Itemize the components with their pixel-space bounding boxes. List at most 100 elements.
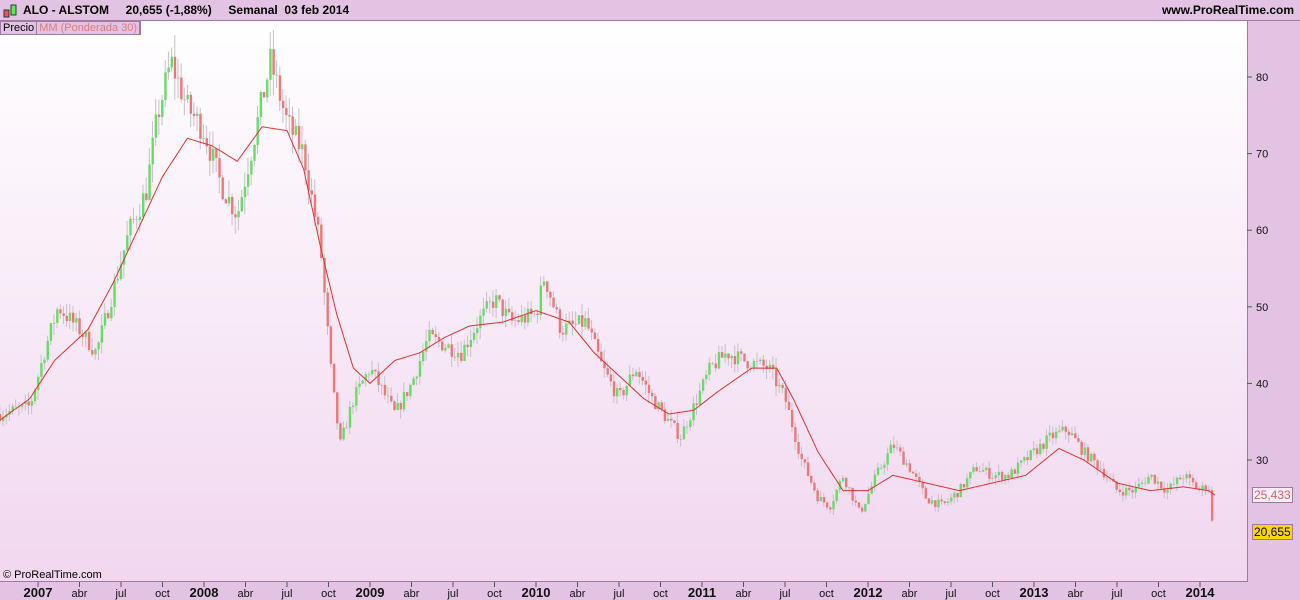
candle-body [755, 361, 759, 363]
candle-body [87, 331, 91, 351]
candle-body [192, 113, 196, 116]
candle-body [479, 315, 482, 329]
candle-body [59, 309, 62, 314]
candle-body [746, 361, 749, 369]
candle-body [1093, 453, 1096, 461]
y-tick-label: 80 [1256, 72, 1268, 84]
candle-body [1067, 431, 1071, 436]
candle-body [908, 463, 912, 472]
x-tick-label: 2007 [24, 585, 53, 600]
candle-body [269, 49, 272, 80]
candle-body [733, 355, 737, 365]
candle-body [507, 308, 511, 313]
candle-body [736, 351, 740, 365]
candle-body [1175, 477, 1179, 485]
candle-body [1099, 468, 1102, 470]
candle-body [97, 342, 100, 350]
candle-body [466, 344, 469, 348]
x-tick-label: abr [404, 588, 420, 600]
candle-body [806, 462, 810, 476]
candle-body [1051, 432, 1055, 439]
candle-body [533, 313, 536, 315]
candle-body [975, 467, 978, 472]
candle-body [565, 323, 568, 335]
candle-body [237, 211, 240, 218]
candle-body [151, 137, 154, 165]
last-price-tag: 20,655 [1252, 524, 1293, 540]
candle-body [577, 315, 581, 324]
candle-body [288, 115, 291, 117]
candle-body [835, 489, 838, 501]
candle-body [1153, 474, 1157, 484]
candle-body [380, 384, 383, 386]
candle-body [129, 218, 132, 236]
candle-body [1007, 474, 1010, 479]
candle-body [1086, 447, 1090, 462]
candle-body [1147, 476, 1150, 484]
candle-body [832, 500, 835, 510]
candle-body [313, 194, 317, 217]
candle-body [724, 353, 727, 358]
candle-body [946, 501, 950, 504]
candle-body [498, 295, 501, 300]
candle-body [393, 401, 396, 410]
candle-body [803, 459, 807, 463]
legend-ma[interactable]: MM (Ponderada 30) [37, 22, 141, 34]
candle-body [549, 291, 552, 298]
candle-body [883, 464, 886, 468]
candle-body [275, 74, 278, 76]
candle-body [530, 308, 533, 315]
candle-body [132, 218, 135, 220]
x-tick-label: abr [72, 588, 88, 600]
candle-body [523, 315, 527, 323]
candle-body [428, 329, 431, 341]
candle-body [660, 402, 663, 410]
candle-body [800, 453, 803, 460]
candle-body [845, 477, 848, 488]
candle-body [1064, 426, 1067, 432]
candle-body [425, 340, 428, 352]
candle-body [291, 116, 294, 135]
candle-body [1204, 485, 1207, 490]
candle-body [517, 320, 520, 323]
candle-body [1144, 482, 1147, 484]
candle-body [822, 497, 826, 503]
candle-body [1179, 477, 1182, 480]
candle-body [813, 482, 816, 491]
candle-body [705, 374, 708, 380]
candle-body [326, 292, 329, 327]
candle-body [743, 353, 746, 362]
candle-body [196, 113, 199, 116]
candle-body [635, 371, 638, 377]
candle-body [278, 75, 282, 101]
candle-body [294, 125, 298, 135]
candle-body [43, 359, 46, 364]
candle-body [396, 402, 399, 410]
candle-body [253, 144, 256, 161]
candle-body [571, 320, 574, 324]
legend: Precio MM (Ponderada 30) [0, 21, 142, 35]
candle-body [234, 214, 237, 218]
candle-body [860, 507, 864, 512]
candle-body [383, 384, 387, 396]
candle-body [348, 406, 352, 428]
candle-body [1070, 433, 1074, 436]
x-tick-label: oct [321, 588, 336, 600]
candle-body [164, 72, 167, 100]
candle-body [1159, 481, 1163, 489]
candle-body [202, 138, 205, 140]
candle-body [701, 379, 705, 391]
candle-body [46, 340, 49, 360]
candle-body [1055, 431, 1058, 439]
candle-body [978, 471, 982, 473]
candle-body [460, 352, 463, 361]
candle-body [654, 396, 657, 410]
candle-body [386, 395, 390, 397]
candle-body [463, 344, 466, 361]
candle-body [1045, 435, 1048, 449]
legend-price[interactable]: Precio [1, 22, 38, 34]
candle-body [447, 344, 450, 348]
candle-body [628, 374, 632, 386]
candle-body [593, 332, 597, 340]
candle-body [450, 344, 453, 357]
